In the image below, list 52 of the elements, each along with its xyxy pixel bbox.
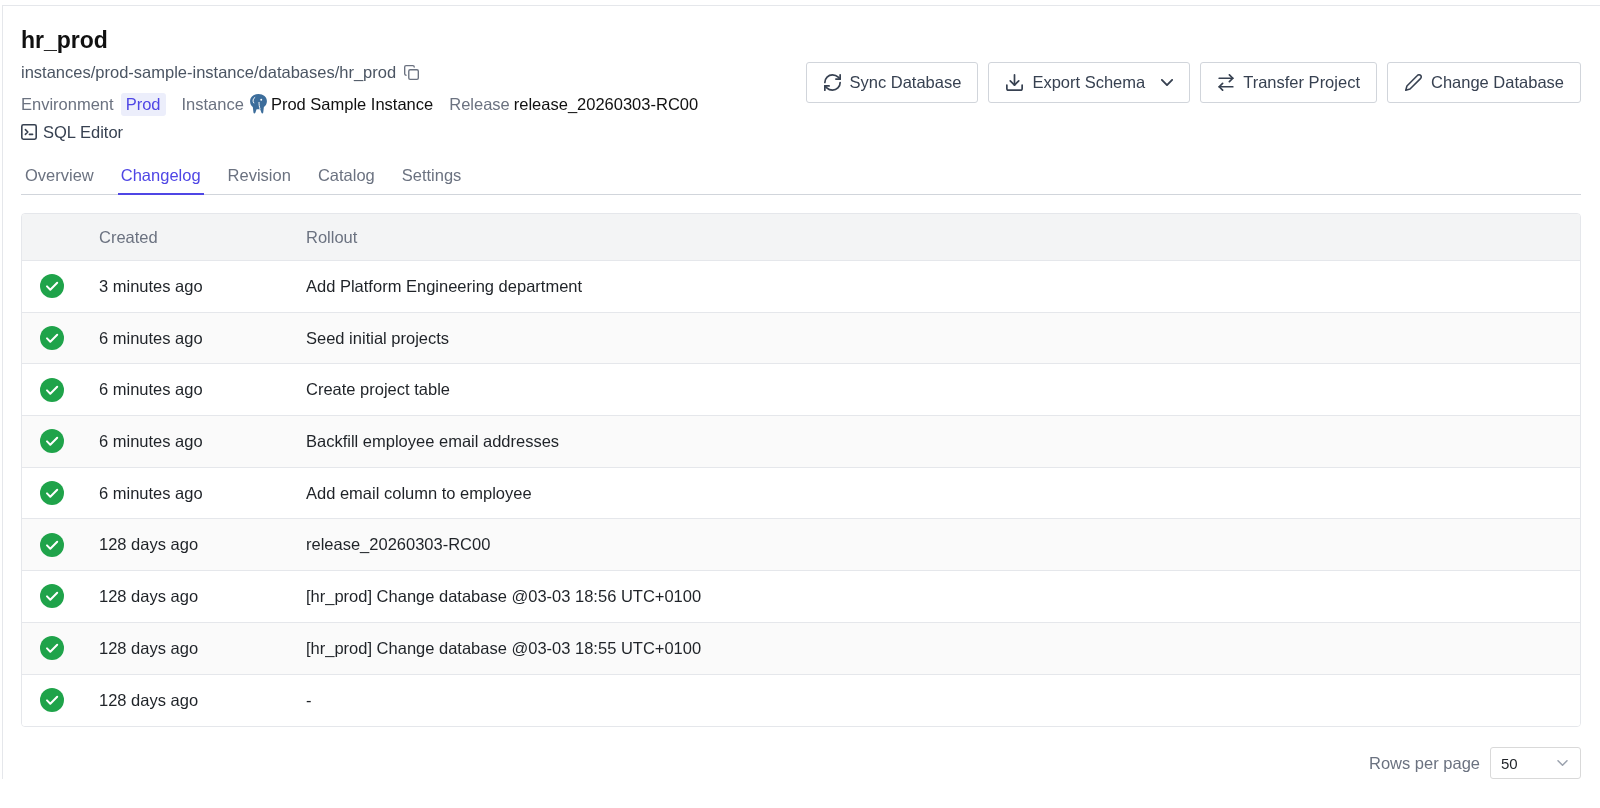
database-title: hr_prod xyxy=(21,26,108,55)
meta-value: release_20260303-RC00 xyxy=(513,94,699,114)
sync-icon xyxy=(823,74,841,91)
swap-arrows-icon xyxy=(1218,74,1235,91)
table-cell-text: 6 minutes ago xyxy=(99,431,204,451)
table-cell-text: Add Platform Engineering department xyxy=(306,276,584,296)
meta-label: Environment xyxy=(21,94,114,114)
sql-editor-link[interactable]: SQL Editor xyxy=(21,120,124,144)
chevron-down-icon xyxy=(1557,760,1568,767)
table-cell-text: [hr_prod] Change database @03-03 18:56 UTC+0100 xyxy=(306,586,703,606)
pencil-icon xyxy=(1405,74,1422,91)
table-cell-text: 128 days ago xyxy=(99,690,200,710)
table-cell-text: release_20260303-RC00 xyxy=(306,535,492,555)
table-cell-text: 6 minutes ago xyxy=(99,483,204,503)
tab[interactable]: Revision xyxy=(224,157,294,195)
table-cell-text: Seed initial projects xyxy=(306,328,451,348)
export-schema-button[interactable]: Export Schema xyxy=(988,62,1191,103)
table-row[interactable]: 6 minutes ago Seed initial projects xyxy=(22,312,1580,365)
column-header: Created xyxy=(99,227,159,247)
tab[interactable]: Overview xyxy=(22,157,97,195)
table-row[interactable]: 6 minutes ago Backfill employee email addresses xyxy=(22,416,1580,468)
table-cell-text: Create project table xyxy=(306,380,451,400)
change-database-button[interactable]: Change Database xyxy=(1387,62,1581,103)
table-cell-text: 3 minutes ago xyxy=(99,276,204,296)
column-header: Rollout xyxy=(306,227,359,247)
table-cell-text: 128 days ago xyxy=(99,535,200,555)
rows-per-page-label: Rows per page xyxy=(1369,753,1480,773)
meta-label: Instance xyxy=(181,94,244,114)
tab[interactable]: Catalog xyxy=(314,157,378,195)
rows-per-page-select[interactable]: 50 xyxy=(1490,747,1581,780)
copy-icon[interactable] xyxy=(404,64,420,80)
table-cell-text: - xyxy=(306,690,313,710)
sync-database-button[interactable]: Sync Database xyxy=(805,62,979,103)
database-path: instances/prod-sample-instance/databases/hr_prod xyxy=(21,62,397,82)
environment-badge: Prod xyxy=(120,92,166,116)
table-cell-text: Add email column to employee xyxy=(306,483,533,503)
table-cell-text: 6 minutes ago xyxy=(99,380,204,400)
meta-label: Release xyxy=(449,94,510,114)
meta-value: Prod Sample Instance xyxy=(270,94,434,114)
tab[interactable]: Settings xyxy=(398,157,465,195)
tab[interactable]: Changelog xyxy=(117,157,204,195)
table-cell-text: 6 minutes ago xyxy=(99,328,204,348)
download-icon xyxy=(1006,74,1024,91)
table-row[interactable]: 128 days ago [hr_prod] Change database @03-03 18:55 UTC+0100 xyxy=(22,622,1580,675)
transfer-project-button[interactable]: Transfer Project xyxy=(1200,62,1377,103)
table-cell-text: Backfill employee email addresses xyxy=(306,431,561,451)
terminal-icon xyxy=(21,124,37,140)
table-cell-text: 128 days ago xyxy=(99,586,200,606)
table-cell-text: 128 days ago xyxy=(99,638,200,658)
table-cell-text: [hr_prod] Change database @03-03 18:55 UTC+0100 xyxy=(306,638,703,658)
table-row[interactable]: 128 days ago release_20260303-RC00 xyxy=(22,519,1580,572)
elephant-icon xyxy=(249,94,267,114)
